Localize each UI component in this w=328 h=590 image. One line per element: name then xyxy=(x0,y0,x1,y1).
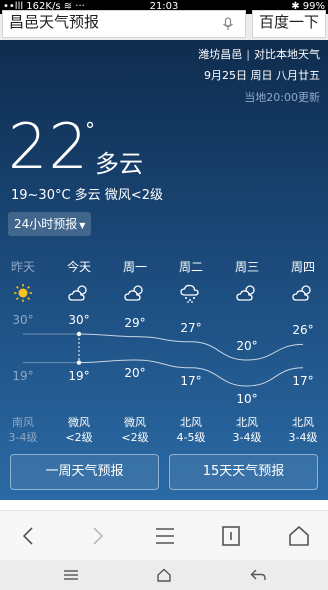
day-name: 周二 xyxy=(178,260,203,274)
wind-level: 3-4级 xyxy=(232,431,262,444)
wind-info: 南风 3-4级 xyxy=(0,415,48,445)
wind-info: 北风 3-4级 xyxy=(278,415,328,445)
wind-level: <2级 xyxy=(121,431,149,444)
search-input[interactable]: 昌邑天气预报 xyxy=(2,10,246,38)
wind-direction: 北风 xyxy=(292,416,314,429)
wind-level: <2级 xyxy=(65,431,93,444)
weather-panel: 潍坊昌邑 | 对比本地天气 9月25日 周日 八月廿五 当地20:00更新 22 °… xyxy=(0,40,328,500)
current-condition: 多云 xyxy=(95,150,143,178)
day-column: 周四 xyxy=(278,258,328,303)
high-temp-label: 30° xyxy=(68,313,90,327)
search-button[interactable]: 百度一下 xyxy=(252,10,326,38)
search-bar: 昌邑天气预报 百度一下 xyxy=(0,10,328,40)
high-temp-label: 27° xyxy=(180,320,202,335)
low-temp-label: 19° xyxy=(12,368,34,383)
low-temp-label: 17° xyxy=(292,373,314,388)
system-nav-bar xyxy=(0,560,328,590)
day-column: 今天 xyxy=(54,258,104,303)
day-name: 周一 xyxy=(122,260,147,274)
low-temp-label: 10° xyxy=(236,392,258,406)
wind-direction: 微风 xyxy=(124,416,146,429)
high-temp-label: 20° xyxy=(236,339,258,353)
wind-level: 4-5级 xyxy=(176,431,206,444)
forecast-toggle[interactable]: 24小时预报 ▼ xyxy=(8,212,92,236)
update-time: 当地20:00更新 xyxy=(244,91,320,104)
back-nav-icon[interactable] xyxy=(249,567,267,583)
today-high-point xyxy=(76,331,82,337)
wind-info: 微风 <2级 xyxy=(54,415,104,445)
wind-direction: 南风 xyxy=(12,416,34,429)
compare-link[interactable]: 对比本地天气 xyxy=(254,48,320,61)
partly-cloudy-icon xyxy=(124,285,143,301)
high-temp-label: 29° xyxy=(124,315,146,330)
wind-info: 微风 <2级 xyxy=(110,415,160,445)
day-name: 今天 xyxy=(66,260,91,274)
recent-apps-icon[interactable] xyxy=(62,567,80,583)
wind-direction: 北风 xyxy=(236,416,258,429)
high-temp-label: 26° xyxy=(292,323,314,338)
high-temp-label: 30° xyxy=(12,313,34,327)
caret-down-icon: ▼ xyxy=(79,221,86,230)
forecast-toggle-label: 24小时预报 xyxy=(14,217,78,231)
location-name[interactable]: 潍坊昌邑 xyxy=(198,48,242,61)
rain-icon xyxy=(180,284,199,303)
wind-level: 3-4级 xyxy=(8,431,38,444)
degree-symbol: ° xyxy=(85,118,95,142)
day-column: 昨天 xyxy=(0,258,48,303)
sunny-icon xyxy=(14,284,32,302)
wind-info: 北风 4-5级 xyxy=(166,415,216,445)
day-name: 周四 xyxy=(290,260,315,274)
day-column: 周二 xyxy=(166,258,216,303)
low-temp-label: 19° xyxy=(68,368,90,383)
wind-info: 北风 3-4级 xyxy=(222,415,272,445)
current-temperature: 22 xyxy=(8,110,89,183)
microphone-icon[interactable] xyxy=(221,17,235,31)
tabs-icon[interactable] xyxy=(216,521,246,551)
partly-cloudy-icon xyxy=(68,285,87,301)
day-name: 周三 xyxy=(234,260,259,274)
today-low-point xyxy=(76,360,82,365)
day-column: 周一 xyxy=(110,258,160,303)
wind-level: 3-4级 xyxy=(288,431,318,444)
today-summary: 19~30°C 多云 微风<2级 xyxy=(11,188,163,203)
forward-icon[interactable] xyxy=(82,521,112,551)
home-icon[interactable] xyxy=(284,521,314,551)
browser-toolbar xyxy=(0,510,328,560)
location-row: 潍坊昌邑 | 对比本地天气 xyxy=(198,46,320,62)
date-label: 9月25日 周日 八月廿五 xyxy=(204,69,320,82)
day-name: 昨天 xyxy=(10,260,35,274)
back-icon[interactable] xyxy=(14,521,44,551)
divider: | xyxy=(246,48,250,61)
wind-direction: 北风 xyxy=(180,416,202,429)
home-nav-icon[interactable] xyxy=(155,567,173,583)
wind-direction: 微风 xyxy=(68,416,90,429)
low-temp-label: 20° xyxy=(124,366,146,380)
search-query: 昌邑天气预报 xyxy=(9,13,100,31)
partly-cloudy-icon xyxy=(292,285,311,301)
menu-icon[interactable] xyxy=(150,521,180,551)
week-forecast-button[interactable]: 一周天气预报 xyxy=(10,454,159,490)
partly-cloudy-icon xyxy=(236,285,255,301)
fifteen-day-forecast-button[interactable]: 15天天气预报 xyxy=(169,454,318,490)
day-column: 周三 xyxy=(222,258,272,303)
low-temp-label: 17° xyxy=(180,373,202,388)
